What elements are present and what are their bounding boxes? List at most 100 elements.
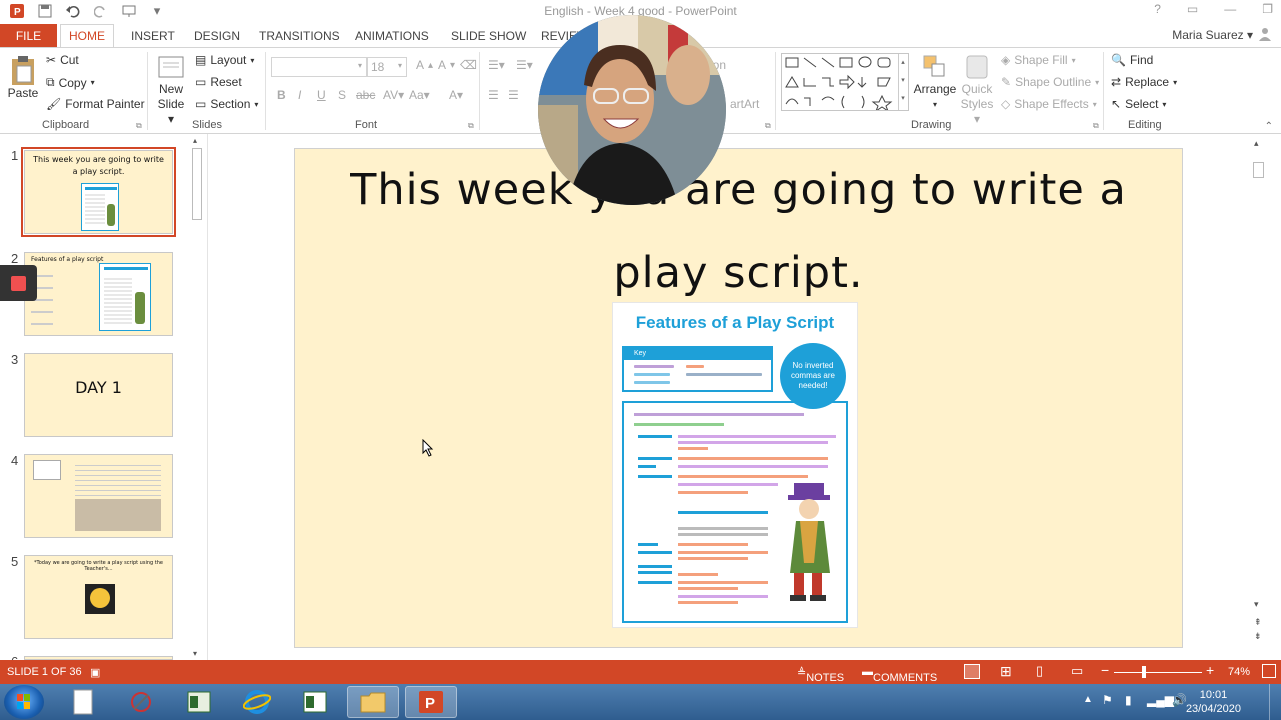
account-avatar-icon[interactable]	[1259, 27, 1271, 44]
font-launcher-icon[interactable]: ⧉	[468, 121, 474, 131]
collapse-ribbon-icon[interactable]: ⌃	[1265, 121, 1273, 132]
scrollbar-thumb[interactable]	[1253, 162, 1264, 178]
clipboard-launcher-icon[interactable]: ⧉	[136, 121, 142, 131]
scroll-down-icon[interactable]: ▾	[1254, 599, 1259, 610]
shadow-icon[interactable]: S	[338, 88, 346, 102]
tab-slide-show[interactable]: SLIDE SHOW	[451, 24, 526, 47]
ribbon-display-options-icon[interactable]: ▭	[1187, 2, 1198, 16]
canvas-scrollbar[interactable]: ▴ ▾ ⇞ ⇟	[1251, 134, 1266, 660]
decrease-font-icon[interactable]: A ▾	[438, 58, 455, 72]
find-button[interactable]: 🔍 Find	[1111, 53, 1153, 67]
taskbar-snipping-tool[interactable]	[115, 686, 167, 718]
shape-outline-button[interactable]: ✎ Shape Outline ▾	[1001, 75, 1099, 89]
previous-slide-icon[interactable]: ⇞	[1254, 617, 1262, 628]
tab-animations[interactable]: ANIMATIONS	[355, 24, 429, 47]
zoom-in-icon[interactable]: +	[1206, 662, 1214, 678]
show-desktop-button[interactable]	[1269, 684, 1281, 720]
shapes-gallery[interactable]: ▴ ▾ ▾	[781, 53, 909, 113]
change-case-icon[interactable]: Aa▾	[409, 88, 430, 102]
clear-formatting-icon[interactable]: ⌫	[460, 58, 477, 72]
zoom-slider-track[interactable]	[1114, 672, 1202, 673]
shape-fill-button[interactable]: ◈ Shape Fill ▾	[1001, 53, 1076, 67]
slide-title[interactable]: This week you are going to write a play …	[295, 149, 1182, 315]
font-name-combobox[interactable]: ▾	[271, 57, 367, 77]
help-icon[interactable]: ?	[1154, 2, 1161, 16]
select-button[interactable]: ↖ Select ▾	[1111, 97, 1166, 111]
action-center-icon[interactable]: ⚑	[1102, 693, 1113, 707]
replace-button[interactable]: ⇄ Replace ▾	[1111, 75, 1177, 89]
bold-icon[interactable]: B	[277, 88, 286, 102]
thumbnail-scrollbar[interactable]: ▴ ▾	[190, 134, 204, 660]
shape-effects-button[interactable]: ◇ Shape Effects ▾	[1001, 97, 1097, 111]
comments-button[interactable]: ▬ COMMENTS	[862, 666, 937, 684]
next-slide-icon[interactable]: ⇟	[1254, 631, 1262, 642]
features-poster-image[interactable]: Features of a Play Script Key No inverte…	[612, 302, 858, 628]
system-clock[interactable]: 10:01 23/04/2020	[1186, 688, 1241, 716]
fit-slide-icon[interactable]	[1262, 664, 1276, 678]
font-color-icon[interactable]: A▾	[449, 88, 463, 102]
tab-insert[interactable]: INSERT	[131, 24, 175, 47]
reading-view-icon[interactable]: ▯	[1036, 663, 1043, 679]
minimize-icon[interactable]: —	[1224, 2, 1236, 16]
bullets-icon[interactable]: ☰▾	[488, 58, 505, 72]
font-size-combobox[interactable]: 18 ▾	[367, 57, 407, 77]
slide-thumbnail-5[interactable]: *Today we are going to write a play scri…	[24, 555, 173, 639]
numbering-icon[interactable]: ☰▾	[516, 58, 533, 72]
tab-file[interactable]: FILE	[0, 24, 57, 47]
tab-design[interactable]: DESIGN	[194, 24, 240, 47]
record-button[interactable]	[0, 265, 37, 301]
align-center-icon[interactable]: ☰	[508, 88, 519, 102]
slide-show-icon[interactable]: ▭	[1071, 663, 1083, 679]
show-hidden-icons[interactable]: ▲	[1083, 694, 1093, 705]
tab-transitions[interactable]: TRANSITIONS	[259, 24, 340, 47]
normal-view-icon[interactable]	[964, 664, 980, 679]
slide-thumbnail-4[interactable]	[24, 454, 173, 538]
zoom-out-icon[interactable]: −	[1101, 662, 1109, 678]
scroll-down-icon[interactable]: ▾	[193, 649, 197, 658]
increase-font-icon[interactable]: A ▴	[416, 58, 433, 72]
taskbar-notepad[interactable]	[57, 686, 109, 718]
taskbar-powerpoint[interactable]: P	[405, 686, 457, 718]
strikethrough-icon[interactable]: abc	[356, 88, 375, 102]
copy-button[interactable]: ⧉ Copy ▾	[46, 75, 95, 90]
character-spacing-icon[interactable]: AV▾	[383, 88, 404, 102]
zoom-level[interactable]: 74%	[1228, 666, 1250, 678]
start-button[interactable]	[4, 685, 44, 719]
restore-icon[interactable]: ❐	[1262, 2, 1273, 16]
current-slide[interactable]: This week you are going to write a play …	[294, 148, 1183, 648]
network-icon[interactable]: ▂▄▆	[1147, 693, 1174, 707]
slide-thumbnail-2[interactable]: Features of a play script	[24, 252, 173, 336]
section-button[interactable]: ▭ Section ▾	[195, 97, 258, 111]
spell-check-icon[interactable]: ▣	[90, 666, 100, 679]
slide-thumbnail-1[interactable]: This week you are going to write a play …	[21, 147, 176, 237]
scroll-up-icon[interactable]: ▴	[193, 136, 197, 145]
align-left-icon[interactable]: ☰	[488, 88, 499, 102]
battery-icon[interactable]: ▮	[1125, 693, 1132, 707]
volume-icon[interactable]: 🔊	[1172, 693, 1187, 707]
user-account[interactable]: Maria Suarez ▾	[1172, 28, 1253, 42]
cut-button[interactable]: ✂ Cut	[46, 53, 79, 67]
new-slide-button[interactable]: New Slide ▾	[154, 54, 188, 127]
zoom-slider-thumb[interactable]	[1142, 666, 1146, 678]
tab-home[interactable]: HOME	[60, 24, 114, 48]
format-painter-button[interactable]: 🖌 Format Painter	[46, 97, 145, 111]
drawing-launcher-icon[interactable]: ⧉	[1093, 121, 1099, 131]
italic-icon[interactable]: I	[298, 88, 301, 102]
convert-smartart-label[interactable]: artArt	[730, 97, 759, 111]
reset-button[interactable]: ▭ Reset	[195, 75, 242, 89]
taskbar-publisher[interactable]	[173, 686, 225, 718]
scrollbar-thumb[interactable]	[192, 148, 202, 220]
quick-styles-button[interactable]: Quick Styles ▾	[956, 52, 998, 127]
taskbar-file-explorer[interactable]	[347, 686, 399, 718]
paste-button[interactable]: Paste	[8, 54, 38, 101]
underline-icon[interactable]: U	[317, 88, 326, 102]
scroll-up-icon[interactable]: ▴	[1254, 138, 1259, 149]
slide-sorter-icon[interactable]: ⊞	[1000, 663, 1012, 680]
arrange-button[interactable]: Arrange ▾	[914, 52, 956, 112]
taskbar-internet-explorer[interactable]	[231, 686, 283, 718]
slide-thumbnail-3[interactable]: DAY 1	[24, 353, 173, 437]
layout-button[interactable]: ▤ Layout ▾	[195, 53, 254, 67]
shapes-gallery-scroll[interactable]: ▴ ▾ ▾	[898, 54, 907, 110]
notes-button[interactable]: ≜ NOTES	[797, 666, 844, 684]
taskbar-excel[interactable]	[289, 686, 341, 718]
